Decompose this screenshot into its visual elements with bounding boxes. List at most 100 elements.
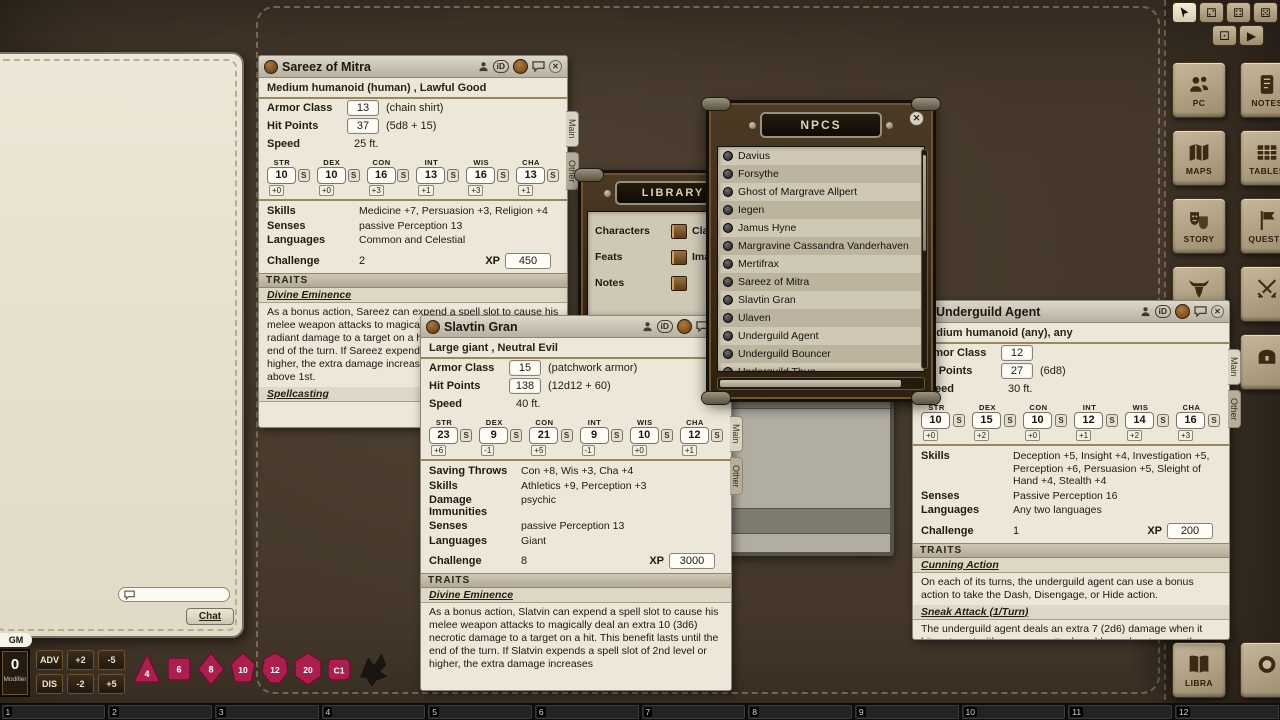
ability-mod[interactable]: +6 [431, 445, 446, 456]
trait-name[interactable]: Sneak Attack (1/Turn) [913, 605, 1229, 620]
ability-mod[interactable]: -1 [582, 445, 595, 456]
npc-token-icon[interactable] [723, 277, 733, 287]
module-book-icon[interactable] [671, 250, 687, 265]
ability-con[interactable]: CON10+0S [1021, 403, 1069, 439]
ability-mod[interactable]: +0 [1025, 430, 1040, 441]
share-icon[interactable] [1140, 306, 1151, 317]
close-icon[interactable]: ✕ [549, 60, 562, 73]
chat-window[interactable]: Chat [0, 52, 244, 638]
sidebar-button-encounters[interactable] [1240, 266, 1280, 322]
ability-int[interactable]: INT9-1S [578, 418, 625, 454]
dice-tool-button-3[interactable]: ⚄ [1253, 2, 1278, 23]
npc-token-icon[interactable] [723, 331, 733, 341]
ability-score[interactable]: 10 [1023, 412, 1052, 429]
sidebar-button-story[interactable]: STORY [1172, 198, 1226, 254]
npc-list-item[interactable]: Davius [718, 147, 924, 165]
chat-input-row[interactable] [118, 587, 230, 602]
die-d6[interactable]: 6 [164, 651, 194, 687]
ability-dex[interactable]: DEX10+0S [315, 158, 362, 194]
npc-token-icon[interactable] [264, 60, 278, 74]
ability-save-button[interactable]: S [510, 429, 522, 442]
sidebar-button-tokens[interactable] [1240, 642, 1280, 698]
ability-score[interactable]: 10 [630, 427, 659, 444]
ability-cha[interactable]: CHA13+1S [514, 158, 561, 194]
die-d4[interactable]: 4 [132, 651, 162, 687]
tab-other[interactable]: Other [730, 457, 743, 496]
plus2-button[interactable]: +2 [67, 650, 94, 670]
ability-save-button[interactable]: S [460, 429, 472, 442]
npc-list-item[interactable]: Jamus Hyne [718, 219, 924, 237]
npc-list-item[interactable]: Underguild Bouncer [718, 345, 924, 363]
ability-mod[interactable]: +3 [468, 185, 483, 196]
npc-token-icon[interactable] [426, 320, 440, 334]
hit-points-value[interactable]: 27 [1001, 363, 1033, 379]
ability-con[interactable]: CON21+5S [527, 418, 574, 454]
chat-bubble-icon[interactable] [532, 61, 545, 72]
id-badge-icon[interactable]: iD [1155, 305, 1172, 318]
tab-main[interactable]: Main [566, 111, 579, 147]
scrollbar-vertical[interactable] [921, 149, 928, 369]
portrait-icon[interactable] [1175, 304, 1190, 319]
modifier-box[interactable]: 0 Modifier [0, 649, 30, 697]
npc-token-icon[interactable] [723, 169, 733, 179]
id-badge-icon[interactable]: iD [657, 320, 674, 333]
hotkey-slot[interactable]: 12 [1175, 705, 1279, 719]
ability-mod[interactable]: +2 [1127, 430, 1142, 441]
npc-sheet-slavtin[interactable]: Main Other Slavtin Gran iD ✕ Large giant… [420, 315, 732, 691]
dragon-die-icon[interactable] [354, 648, 392, 690]
armor-class-value[interactable]: 15 [509, 360, 541, 376]
npc-list-item[interactable]: Underguild Agent [718, 327, 924, 345]
ability-score[interactable]: 9 [580, 427, 609, 444]
npc-list-item[interactable]: Slavtin Gran [718, 291, 924, 309]
ability-save-button[interactable]: S [1004, 414, 1016, 427]
ability-score[interactable]: 21 [529, 427, 558, 444]
ability-str[interactable]: STR23+6S [427, 418, 474, 454]
dice-tool-button-1[interactable]: ⚁ [1199, 2, 1224, 23]
ability-mod[interactable]: +1 [682, 445, 697, 456]
ability-score[interactable]: 12 [680, 427, 709, 444]
hotkey-slot[interactable]: 1 [2, 705, 106, 719]
ability-score[interactable]: 16 [1176, 412, 1205, 429]
die-d8[interactable]: 8 [196, 651, 226, 687]
ability-mod[interactable]: +1 [418, 185, 433, 196]
sidebar-button-library[interactable]: LIBRA [1172, 642, 1226, 698]
armor-class-value[interactable]: 13 [347, 100, 379, 116]
chat-input[interactable] [138, 589, 224, 601]
module-book-icon[interactable] [671, 224, 687, 239]
sidebar-button-quests[interactable]: QUESTS [1240, 198, 1280, 254]
sidebar-button-items[interactable] [1240, 334, 1280, 390]
ability-save-button[interactable]: S [298, 169, 310, 182]
portrait-icon[interactable] [513, 59, 528, 74]
ability-save-button[interactable]: S [1055, 414, 1067, 427]
hotkey-slot[interactable]: 11 [1068, 705, 1172, 719]
ability-str[interactable]: STR10+0S [919, 403, 967, 439]
hotkey-slot[interactable]: 9 [855, 705, 959, 719]
npc-list-item[interactable]: Ghost of Margrave Allpert [718, 183, 924, 201]
ability-save-button[interactable]: S [1157, 414, 1169, 427]
ability-int[interactable]: INT12+1S [1072, 403, 1120, 439]
xp-value[interactable]: 200 [1167, 523, 1213, 539]
modifier-value[interactable]: 0 [2, 656, 28, 673]
npc-token-icon[interactable] [723, 187, 733, 197]
ability-save-button[interactable]: S [1208, 414, 1220, 427]
trait-name[interactable]: Divine Eminence [259, 288, 567, 303]
npc-sheet-underguild[interactable]: Main Other Underguild Agent iD ✕ Medium … [912, 300, 1230, 640]
tab-main[interactable]: Main [730, 416, 743, 452]
hotkey-slot[interactable]: 7 [642, 705, 746, 719]
ability-score[interactable]: 10 [267, 167, 296, 184]
tab-main[interactable]: Main [1228, 349, 1241, 385]
xp-value[interactable]: 450 [505, 253, 551, 269]
hotkey-slot[interactable]: 4 [322, 705, 426, 719]
advantage-button[interactable]: ADV [36, 650, 63, 670]
npc-token-icon[interactable] [723, 259, 733, 269]
portrait-icon[interactable] [677, 319, 692, 334]
ability-save-button[interactable]: S [561, 429, 573, 442]
plus5-button[interactable]: +5 [98, 674, 125, 694]
pointer-alt-button[interactable]: ▶ [1239, 25, 1264, 46]
ability-mod[interactable]: +1 [518, 185, 533, 196]
minus5-button[interactable]: -5 [98, 650, 125, 670]
ability-mod[interactable]: -1 [481, 445, 494, 456]
trait-name[interactable]: Cunning Action [913, 558, 1229, 573]
ability-save-button[interactable]: S [447, 169, 459, 182]
ability-mod[interactable]: +1 [1076, 430, 1091, 441]
